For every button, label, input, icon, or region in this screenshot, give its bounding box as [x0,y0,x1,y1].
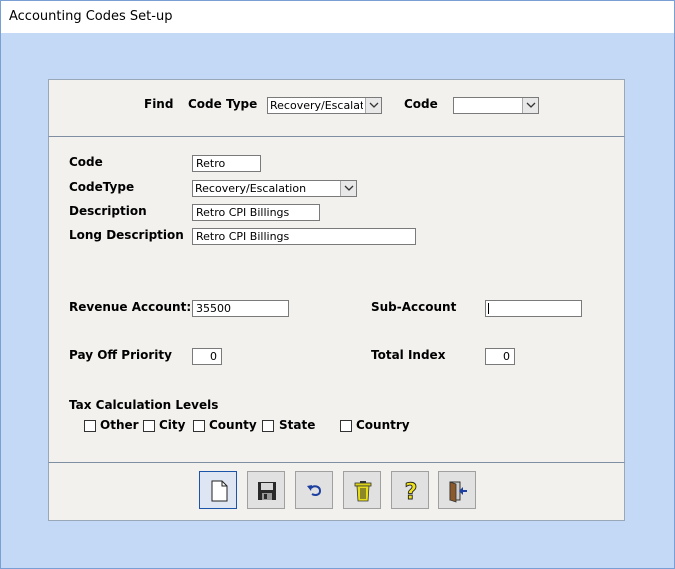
chevron-down-icon[interactable] [365,98,381,113]
toolbar-panel [48,462,625,521]
description-input[interactable]: Retro CPI Billings [192,204,320,221]
tax-other-checkbox[interactable] [84,420,96,432]
total-index-label: Total Index [371,348,446,362]
codetype-value: Recovery/Escalation [195,182,307,195]
tax-county-label: County [209,418,257,432]
codetype-select[interactable]: Recovery/Escalation [192,180,357,197]
codetype-label: CodeType [69,180,135,194]
new-button[interactable] [199,471,237,509]
tax-city-checkbox[interactable] [143,420,155,432]
save-icon [258,482,276,500]
title-bar: Accounting Codes Set-up [1,1,674,33]
exit-icon [449,481,467,503]
tax-levels-label: Tax Calculation Levels [69,398,219,412]
sub-account-label: Sub-Account [371,300,457,314]
exit-button[interactable] [438,471,476,509]
trash-icon [354,481,372,502]
help-button[interactable]: ? [391,471,429,509]
revenue-account-label: Revenue Account: [69,300,192,314]
tax-county-checkbox[interactable] [193,420,205,432]
tax-city-label: City [159,418,186,432]
find-code-select[interactable] [453,97,539,114]
tax-state-checkbox[interactable] [262,420,274,432]
revenue-account-input[interactable]: 35500 [192,300,289,317]
undo-icon [307,485,322,496]
undo-button[interactable] [295,471,333,509]
delete-button[interactable] [343,471,381,509]
tax-state-label: State [279,418,316,432]
code-label: Code [69,155,103,169]
svg-text:?: ? [405,480,418,503]
find-label: Find [144,97,174,111]
code-input[interactable]: Retro [192,155,261,172]
pay-off-priority-label: Pay Off Priority [69,348,172,362]
chevron-down-icon[interactable] [340,181,356,196]
total-index-input[interactable]: 0 [485,348,515,365]
sub-account-input[interactable] [485,300,582,317]
long-description-input[interactable]: Retro CPI Billings [192,228,416,245]
tax-other-label: Other [100,418,139,432]
help-icon: ? [404,480,418,503]
find-code-label: Code [404,97,438,111]
pay-off-priority-input[interactable]: 0 [192,348,222,365]
new-document-icon [211,480,228,502]
window-title: Accounting Codes Set-up [9,9,173,24]
description-label: Description [69,204,147,218]
text-cursor [488,303,489,314]
long-description-label: Long Description [69,228,184,242]
chevron-down-icon[interactable] [522,98,538,113]
tax-country-label: Country [356,418,410,432]
find-code-type-value: Recovery/Escalation [270,99,363,112]
find-code-type-label: Code Type [188,97,258,111]
save-button[interactable] [247,471,285,509]
tax-country-checkbox[interactable] [340,420,352,432]
find-code-type-select[interactable]: Recovery/Escalation [267,97,382,114]
